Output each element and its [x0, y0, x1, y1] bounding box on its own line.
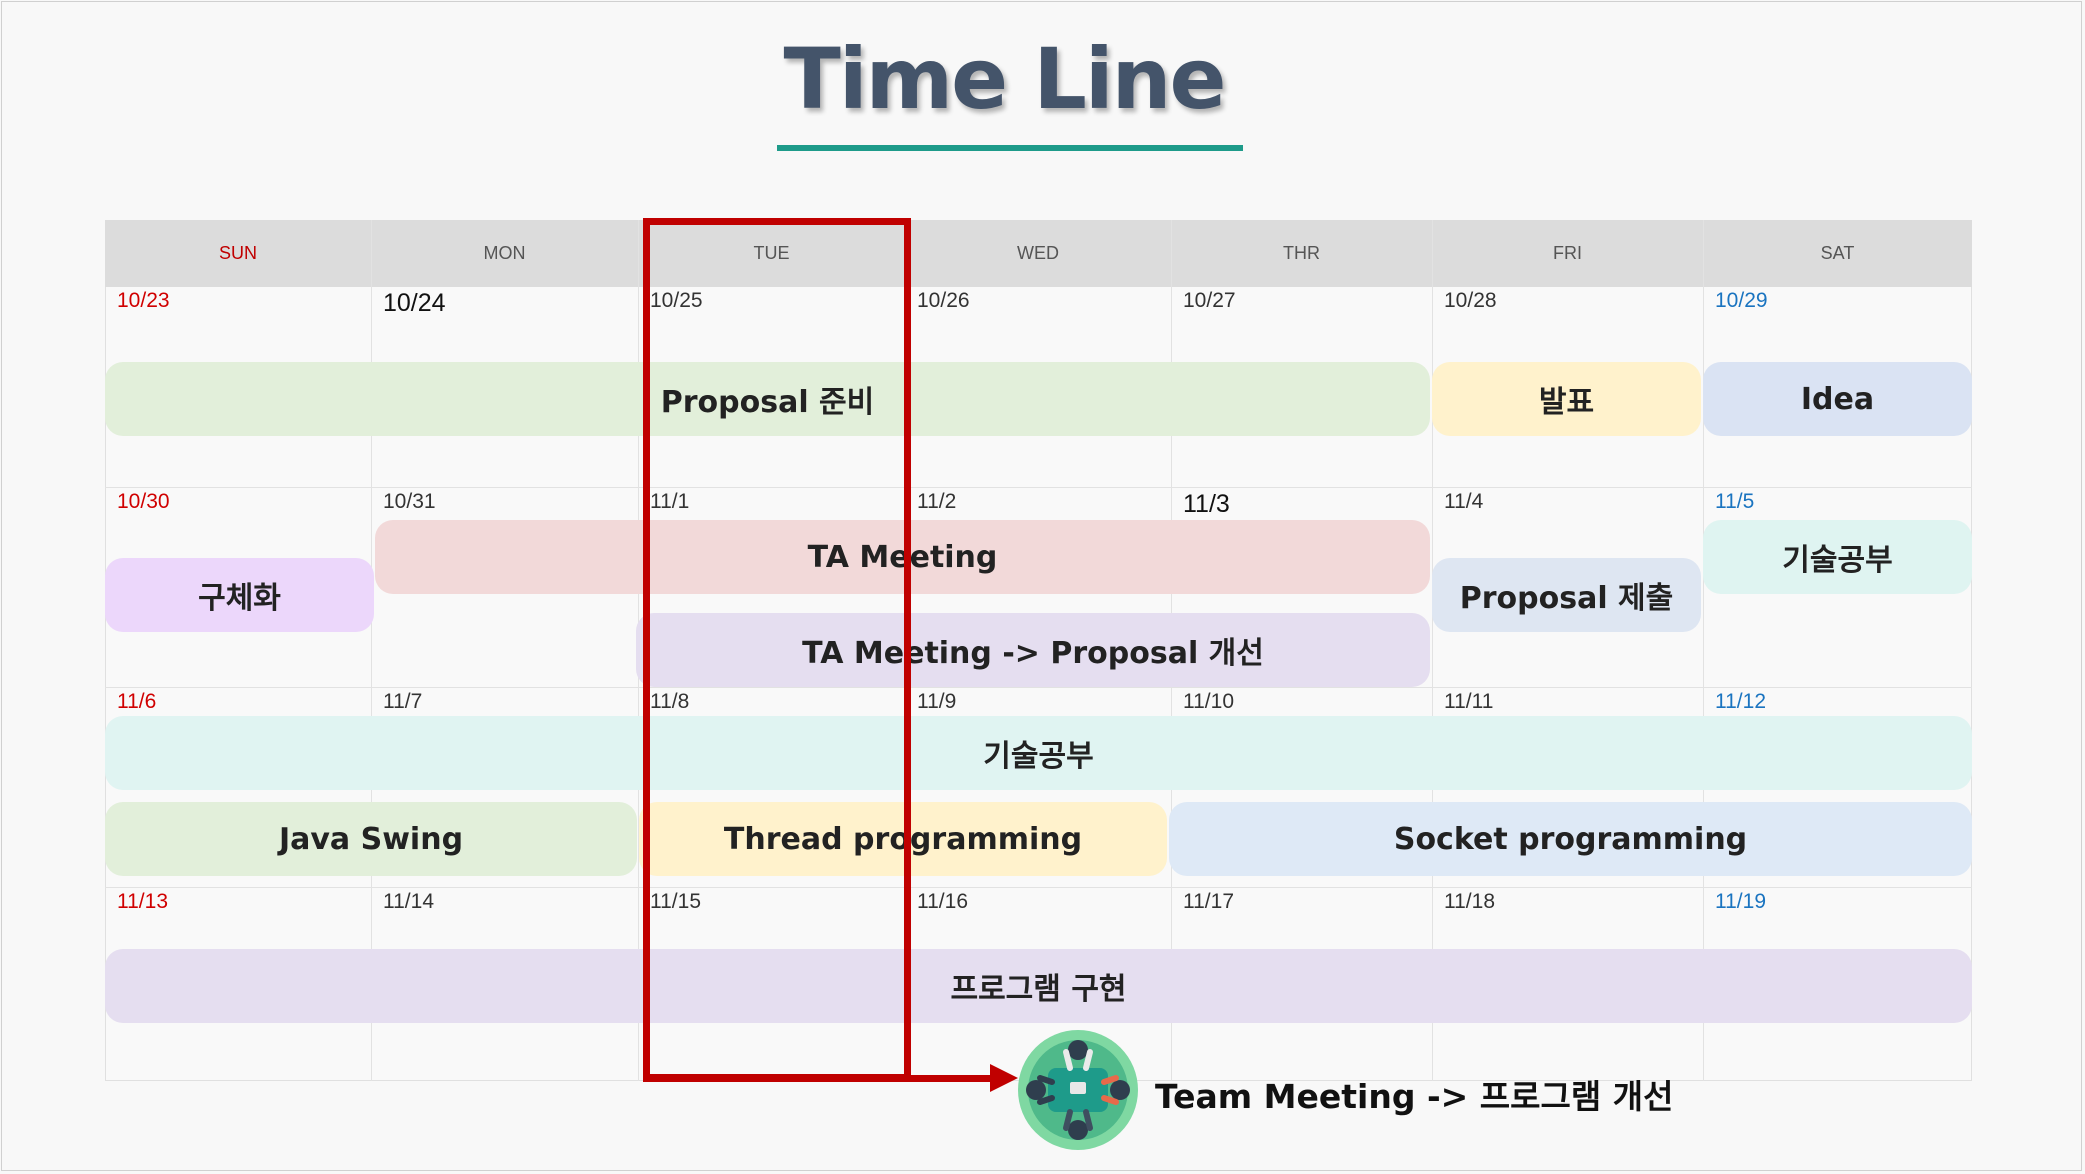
date-cell: 11/14: [383, 890, 434, 913]
date-cell: 11/9: [917, 690, 957, 713]
date-cell: 10/23: [117, 289, 170, 312]
date-cell: 10/30: [117, 490, 170, 513]
day-name-thr: THR: [1283, 243, 1320, 263]
event-proposal-submit[interactable]: Proposal 제출: [1432, 558, 1701, 632]
date-cell: 10/28: [1444, 289, 1497, 312]
arrow-line: [643, 1075, 990, 1082]
date-cell: 11/12: [1715, 690, 1766, 713]
day-name-fri: FRI: [1553, 243, 1582, 263]
event-java-swing[interactable]: Java Swing: [105, 802, 637, 876]
event-idea[interactable]: Idea: [1703, 362, 1972, 436]
date-cell: 10/26: [917, 289, 970, 312]
team-meeting-icon: [1018, 1030, 1138, 1150]
date-cell: 10/24: [383, 289, 446, 317]
event-socket-programming[interactable]: Socket programming: [1169, 802, 1972, 876]
event-presentation[interactable]: 발표: [1432, 362, 1701, 436]
event-tech-study-week[interactable]: 기술공부: [105, 716, 1972, 790]
event-tech-study[interactable]: 기술공부: [1703, 520, 1972, 594]
date-cell: 11/17: [1183, 890, 1234, 913]
date-cell: 11/4: [1444, 490, 1484, 513]
date-cell: 11/16: [917, 890, 968, 913]
date-cell: 11/19: [1715, 890, 1766, 913]
event-concretize[interactable]: 구체화: [105, 558, 374, 632]
page-title: Time Line: [783, 30, 1227, 128]
day-name-sat: SAT: [1820, 243, 1855, 263]
date-cell: 11/7: [383, 690, 423, 713]
team-meeting-caption: Team Meeting -> 프로그램 개선: [1155, 1077, 1674, 1116]
date-cell: 11/10: [1183, 690, 1234, 713]
date-cell: 10/31: [383, 490, 436, 513]
tuesday-highlight-box: [643, 218, 911, 1081]
date-cell: 11/3: [1183, 490, 1230, 518]
day-name-wed: WED: [1017, 243, 1059, 263]
day-name-mon: MON: [483, 243, 526, 263]
event-program-impl[interactable]: 프로그램 구현: [105, 949, 1972, 1023]
date-cell: 11/5: [1715, 490, 1755, 513]
date-cell: 11/6: [117, 690, 157, 713]
grid-row-line: [105, 887, 1972, 888]
day-name-sun: SUN: [218, 243, 257, 263]
grid-row-line: [105, 487, 1972, 488]
date-cell: 11/11: [1444, 690, 1494, 713]
date-cell: 11/18: [1444, 890, 1495, 913]
date-cell: 11/13: [117, 890, 168, 913]
date-cell: 11/2: [917, 490, 957, 513]
title-underline: [777, 145, 1243, 151]
date-cell: 10/29: [1715, 289, 1768, 312]
arrow-head-icon: [990, 1064, 1018, 1092]
date-cell: 10/27: [1183, 289, 1236, 312]
grid-row-line: [105, 687, 1972, 688]
